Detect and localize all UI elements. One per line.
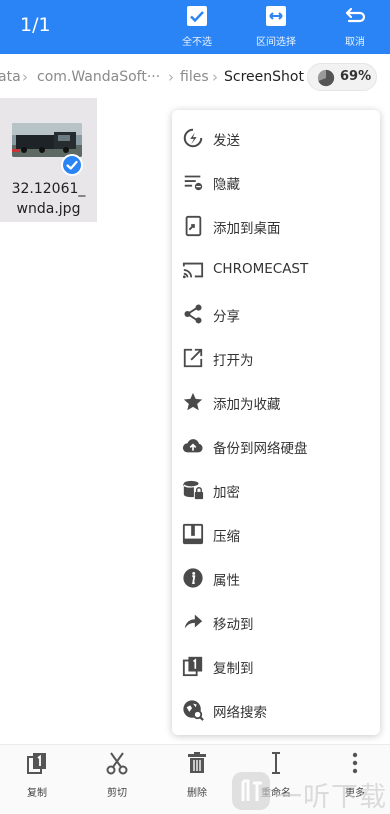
breadcrumb-item-data[interactable]: ata — [0, 69, 21, 85]
info-icon — [183, 568, 203, 588]
deselect-all-label: 全不选 — [182, 37, 212, 48]
menu-item-label: 加密 — [213, 485, 240, 501]
web-search-icon — [183, 700, 204, 721]
lock-icon — [183, 480, 204, 500]
menu-item-copy-to[interactable]: 复制到 — [172, 644, 380, 688]
checkbox-icon — [187, 6, 207, 26]
menu-item-chromecast[interactable]: CHROMECAST — [172, 248, 380, 292]
breadcrumb-item-files[interactable]: files — [180, 69, 209, 85]
bottom-toolbar: 复制 剪切 删除 重命名 更多 — [0, 744, 390, 814]
cancel-button[interactable]: 取消 — [320, 2, 390, 50]
breadcrumb-separator: › — [212, 68, 218, 86]
copy-icon — [27, 753, 46, 774]
copy-label: 复制 — [27, 788, 47, 799]
menu-item-label: 添加到桌面 — [213, 221, 281, 237]
storage-percent: 69% — [340, 69, 372, 84]
menu-item-hide[interactable]: 隐藏 — [172, 160, 380, 204]
send-icon — [183, 128, 203, 148]
file-tile[interactable]: 32.12061_ wnda.jpg — [0, 98, 97, 222]
delete-button[interactable]: 删除 — [167, 751, 227, 801]
cut-button[interactable]: 剪切 — [87, 751, 147, 801]
menu-item-properties[interactable]: 属性 — [172, 556, 380, 600]
breadcrumb-item-current: ScreenShot — [224, 69, 304, 85]
range-select-label: 区间选择 — [256, 37, 296, 48]
menu-item-label: 隐藏 — [213, 177, 240, 193]
menu-item-label: 复制到 — [213, 661, 254, 677]
menu-item-label: 打开为 — [213, 353, 254, 369]
cast-icon — [182, 262, 204, 279]
rename-button[interactable]: 重命名 — [246, 751, 306, 801]
file-name-line1: 32.12061_ — [11, 181, 86, 197]
share-icon — [184, 304, 202, 324]
star-icon — [183, 392, 203, 411]
more-vertical-icon — [352, 752, 358, 774]
menu-item-encrypt[interactable]: 加密 — [172, 468, 380, 512]
scissors-icon — [106, 752, 128, 775]
open-as-icon — [183, 348, 203, 368]
rename-label: 重命名 — [261, 788, 291, 799]
menu-item-open-as[interactable]: 打开为 — [172, 336, 380, 380]
storage-pie-icon — [317, 69, 335, 87]
more-label: 更多 — [345, 788, 365, 799]
range-select-button[interactable]: 区间选择 — [241, 2, 311, 50]
breadcrumb-separator: › — [22, 68, 28, 86]
menu-item-move-to[interactable]: 移动到 — [172, 600, 380, 644]
image-thumbnail — [12, 123, 82, 157]
breadcrumb-item-package[interactable]: com.WandaSoft··· — [37, 69, 160, 85]
context-menu: 发送 隐藏 添加到桌面 CHROMECAST 分享 打开为 添加为收藏 备份到网… — [172, 110, 380, 735]
menu-item-send[interactable]: 发送 — [172, 116, 380, 160]
menu-item-label: CHROMECAST — [213, 261, 309, 277]
archive-icon — [182, 523, 204, 545]
menu-item-add-to-desktop[interactable]: 添加到桌面 — [172, 204, 380, 248]
storage-usage-chip[interactable]: 69% — [307, 63, 377, 91]
menu-item-label: 备份到网络硬盘 — [213, 441, 308, 457]
trash-icon — [188, 752, 206, 773]
menu-item-label: 属性 — [213, 573, 240, 589]
menu-item-web-search[interactable]: 网络搜索 — [172, 688, 380, 732]
cancel-label: 取消 — [345, 37, 365, 48]
menu-item-label: 移动到 — [213, 617, 254, 633]
return-icon — [345, 7, 366, 23]
menu-item-label: 网络搜索 — [213, 705, 267, 721]
menu-item-label: 压缩 — [213, 529, 240, 545]
menu-item-compress[interactable]: 压缩 — [172, 512, 380, 556]
menu-item-backup-cloud[interactable]: 备份到网络硬盘 — [172, 424, 380, 468]
hide-icon — [184, 175, 203, 191]
menu-item-label: 发送 — [213, 133, 240, 149]
file-name: 32.12061_ wnda.jpg — [0, 179, 97, 219]
move-icon — [184, 614, 203, 629]
deselect-all-button[interactable]: 全不选 — [162, 2, 232, 50]
selected-check-icon[interactable] — [61, 154, 83, 176]
more-button[interactable]: 更多 — [325, 751, 385, 801]
selection-count: 1/1 — [20, 14, 51, 36]
cloud-upload-icon — [182, 439, 203, 453]
copy-button[interactable]: 复制 — [7, 751, 67, 801]
breadcrumb-separator: › — [168, 68, 174, 86]
file-name-line2: wnda.jpg — [16, 201, 81, 217]
top-action-bar: 1/1 全不选 区间选择 取消 — [0, 0, 390, 54]
menu-item-label: 分享 — [213, 309, 240, 325]
menu-item-label: 添加为收藏 — [213, 397, 281, 413]
menu-item-share[interactable]: 分享 — [172, 292, 380, 336]
menu-item-add-favorite[interactable]: 添加为收藏 — [172, 380, 380, 424]
range-select-icon — [266, 6, 286, 26]
delete-label: 删除 — [187, 788, 207, 799]
add-to-desktop-icon — [185, 215, 202, 237]
copy-to-icon — [182, 656, 203, 677]
text-cursor-icon — [272, 752, 280, 774]
cut-label: 剪切 — [107, 788, 127, 799]
